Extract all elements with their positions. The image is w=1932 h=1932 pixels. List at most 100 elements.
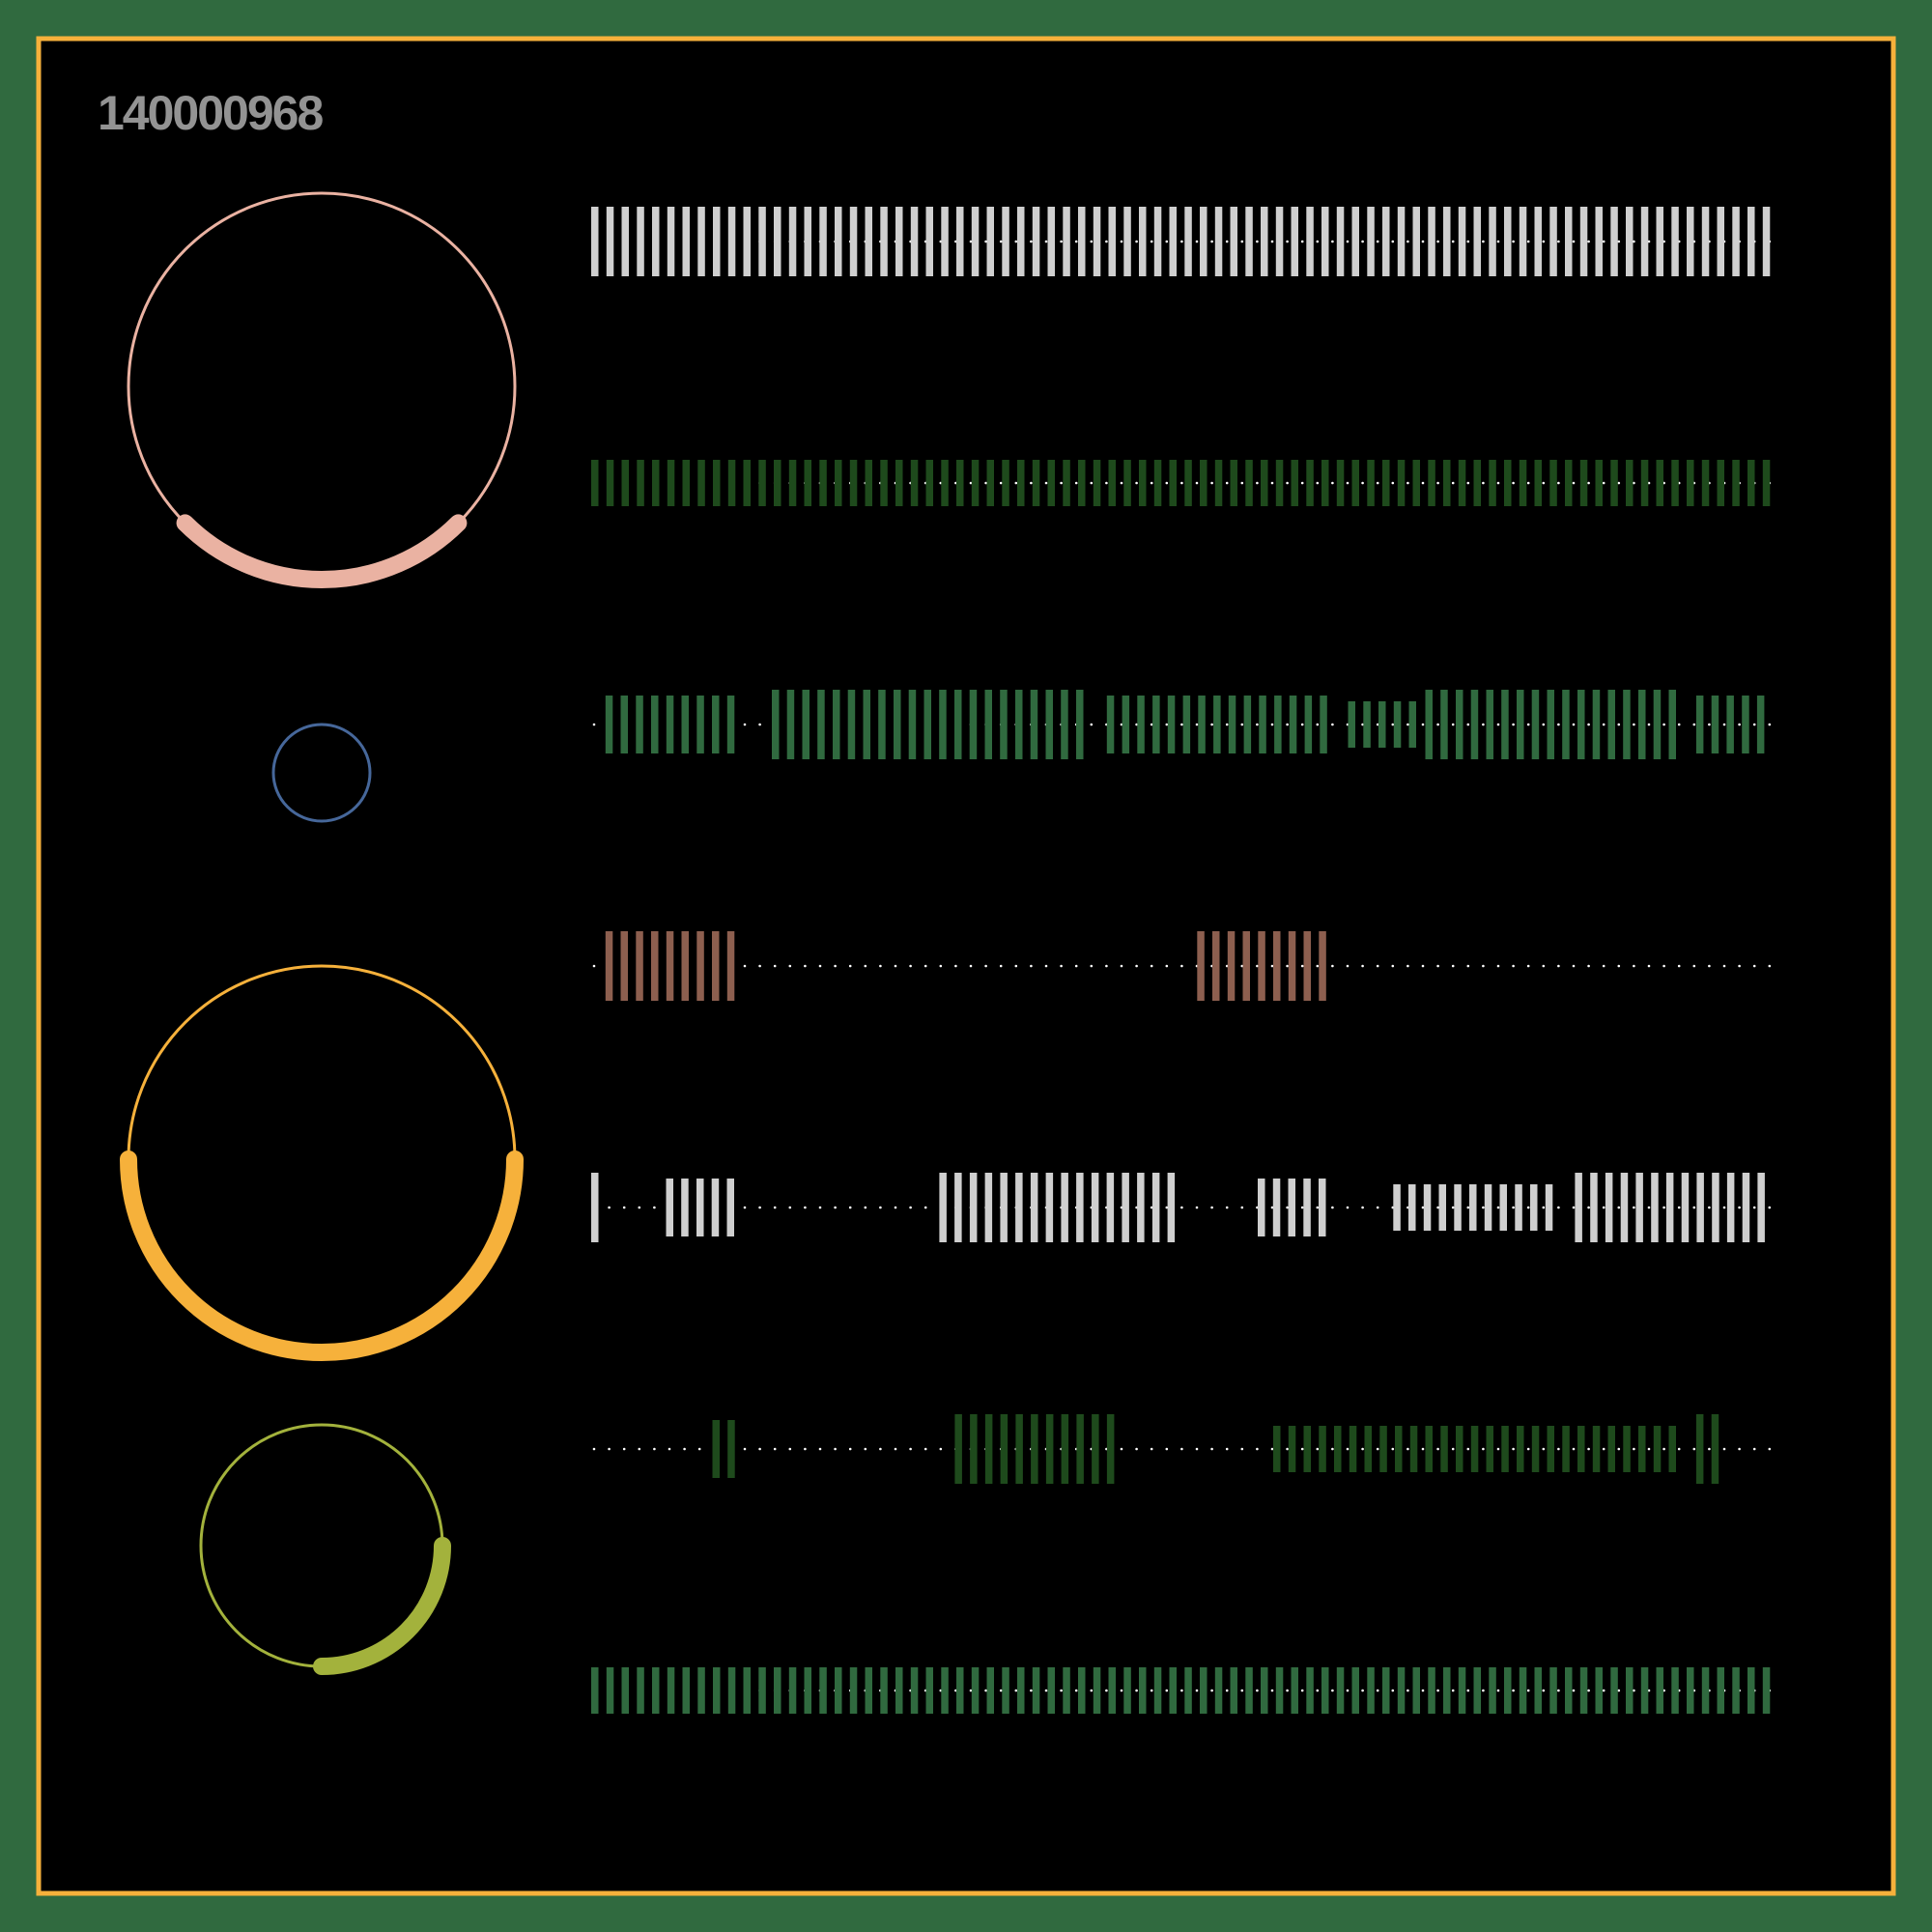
- row-5-seg-6-bar: [1575, 1173, 1582, 1242]
- row-7-seg-1-bar: [1078, 1667, 1086, 1714]
- row-2-seg-1-bar: [1275, 460, 1284, 506]
- row-1-seg-1-bar: [743, 207, 751, 276]
- row-7-seg-1-bar: [1261, 1667, 1268, 1714]
- row-1-seg-1-bar: [1093, 207, 1101, 276]
- row-3-seg-2-bar: [1045, 690, 1053, 759]
- row-2-seg-1-bar: [925, 460, 933, 506]
- row-3-seg-2-bar: [894, 690, 901, 759]
- row-1-seg-1-bar: [1397, 207, 1406, 276]
- row-3-seg-2-bar: [878, 690, 886, 759]
- row-6-seg-2-bar: [1015, 1414, 1023, 1484]
- row-2-seg-1-bar: [591, 460, 599, 506]
- row-6-seg-3-bar: [1364, 1426, 1372, 1472]
- row-7-seg-1-bar: [1565, 1667, 1573, 1714]
- row-5-seg-3-bar: [1122, 1173, 1129, 1242]
- row-6-seg-2-bar: [1106, 1414, 1115, 1484]
- row-3-seg-6-bar: [1726, 696, 1734, 753]
- row-6-seg-3-bar: [1425, 1426, 1433, 1472]
- row-2-seg-1-bar: [1412, 460, 1420, 506]
- row-2-seg-1-bar: [1306, 460, 1314, 506]
- row-3-seg-3-bar: [1106, 696, 1115, 753]
- row-3-seg-1-bar: [666, 696, 674, 753]
- row-3-seg-6-bar: [1711, 696, 1719, 753]
- row-3-seg-1-bar: [712, 696, 720, 753]
- row-5-seg-6-bar: [1635, 1173, 1643, 1242]
- row-4-seg-2-bar: [1242, 931, 1250, 1001]
- row-1-seg-1-bar: [1595, 207, 1603, 276]
- row-5-seg-3-bar: [969, 1173, 978, 1242]
- row-7-seg-1-bar: [1351, 1667, 1359, 1714]
- row-3-seg-3-bar: [1289, 696, 1297, 753]
- row-5-seg-6-bar: [1757, 1173, 1765, 1242]
- row-7-seg-1-bar: [1367, 1667, 1375, 1714]
- row-5-seg-5-bar: [1454, 1184, 1462, 1231]
- row-7-seg-1-bar: [1412, 1667, 1420, 1714]
- row-6-seg-3-bar: [1517, 1426, 1524, 1472]
- row-4-seg-2-bar: [1258, 931, 1265, 1001]
- row-2-seg-1-bar: [1565, 460, 1573, 506]
- row-6-seg-2-bar: [1031, 1414, 1038, 1484]
- row-6-seg-2-bar: [1045, 1414, 1054, 1484]
- row-7-seg-1-bar: [1610, 1667, 1618, 1714]
- row-7-seg-1-bar: [774, 1667, 781, 1714]
- row-3-seg-2-bar: [954, 690, 962, 759]
- row-1-seg-1-bar: [1565, 207, 1573, 276]
- row-1-seg-1-bar: [667, 207, 675, 276]
- row-7-seg-1-bar: [941, 1667, 949, 1714]
- row-7-seg-1-bar: [1032, 1667, 1040, 1714]
- row-6-seg-3-bar: [1440, 1426, 1448, 1472]
- row-3-seg-2-bar: [939, 690, 947, 759]
- row-2-seg-1-bar: [1214, 460, 1223, 506]
- row-1-seg-1-bar: [1214, 207, 1223, 276]
- row-6-seg-3-bar: [1547, 1426, 1554, 1472]
- row-1-seg-1-bar: [606, 207, 614, 276]
- row-2-seg-1-bar: [1230, 460, 1237, 506]
- row-7-seg-1-bar: [1640, 1667, 1649, 1714]
- row-7-seg-1-bar: [1230, 1667, 1237, 1714]
- row-6-seg-3-bar: [1349, 1426, 1357, 1472]
- row-7-seg-1-bar: [1200, 1667, 1208, 1714]
- row-1-seg-1-bar: [727, 207, 736, 276]
- row-2-seg-1-bar: [652, 460, 660, 506]
- row-4-seg-2-bar: [1197, 931, 1205, 1001]
- row-5-seg-3-bar: [1000, 1173, 1008, 1242]
- row-7-seg-1-bar: [895, 1667, 903, 1714]
- row-1-seg-1-bar: [849, 207, 858, 276]
- row-1-seg-1-bar: [1078, 207, 1086, 276]
- row-6-seg-1-bar: [727, 1420, 735, 1478]
- row-4-seg-2-bar: [1212, 931, 1220, 1001]
- row-5-seg-6-bar: [1726, 1173, 1735, 1242]
- row-7-seg-1-bar: [1002, 1667, 1009, 1714]
- row-3-seg-5-bar: [1638, 690, 1646, 759]
- row-7-seg-1-bar: [682, 1667, 690, 1714]
- row-7-seg-1-bar: [621, 1667, 629, 1714]
- row-1-seg-1-bar: [1123, 207, 1131, 276]
- row-2-seg-1-bar: [743, 460, 751, 506]
- row-1-seg-1-bar: [1610, 207, 1618, 276]
- row-3-seg-2-bar: [1015, 690, 1023, 759]
- row-7-seg-1-bar: [1214, 1667, 1223, 1714]
- row-4-seg-1-bar: [605, 931, 613, 1001]
- row-4-seg-1-bar: [712, 931, 720, 1001]
- row-2-seg-1-bar: [1123, 460, 1131, 506]
- row-2-seg-1-bar: [606, 460, 614, 506]
- row-1-seg-1-bar: [1032, 207, 1040, 276]
- row-3-seg-5-bar: [1470, 690, 1479, 759]
- row-5-seg-3-bar: [1061, 1173, 1068, 1242]
- row-7-seg-1-bar: [1275, 1667, 1284, 1714]
- row-7-seg-1-bar: [1762, 1667, 1771, 1714]
- row-1-seg-1-bar: [1017, 207, 1025, 276]
- row-5-seg-6-bar: [1665, 1173, 1674, 1242]
- row-6-seg-2-bar: [1092, 1414, 1099, 1484]
- row-2-seg-1-bar: [1640, 460, 1649, 506]
- row-2-seg-1-bar: [1519, 460, 1527, 506]
- row-7-seg-1-bar: [727, 1667, 736, 1714]
- row-5-seg-2-bar: [696, 1179, 704, 1236]
- row-7-seg-1-bar: [971, 1667, 980, 1714]
- row-1-seg-1-bar: [758, 207, 766, 276]
- row-2-seg-1-bar: [1291, 460, 1298, 506]
- row-1-seg-1-bar: [697, 207, 705, 276]
- row-2-seg-1-bar: [1458, 460, 1466, 506]
- row-2-seg-1-bar: [788, 460, 797, 506]
- row-7-seg-1-bar: [697, 1667, 705, 1714]
